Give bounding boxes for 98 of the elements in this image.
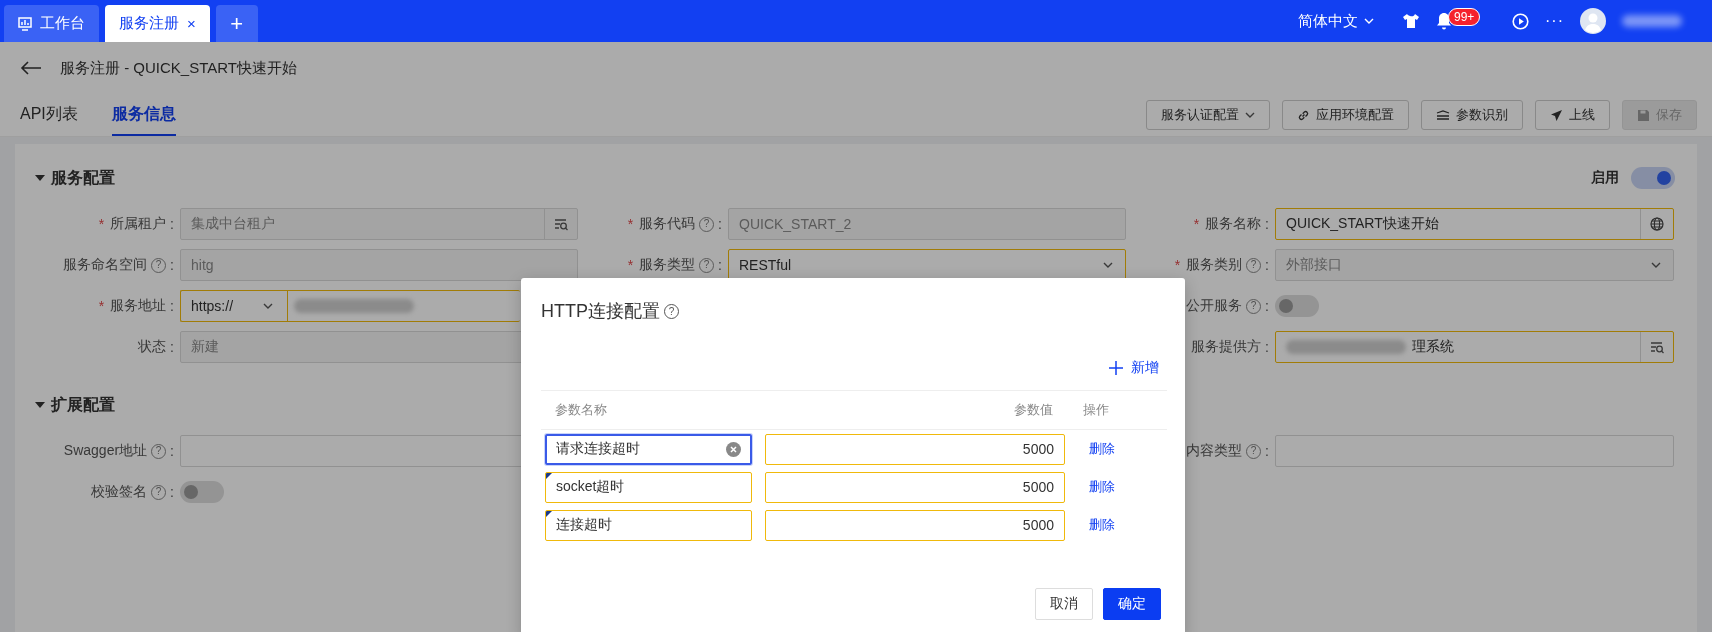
toolbar-button[interactable]: 参数识别 <box>1421 100 1523 130</box>
input-field[interactable]: socket超时 <box>545 471 752 503</box>
field-label: 所属租户 <box>110 215 167 233</box>
required-mark: * <box>627 257 634 273</box>
section-title: 服务配置 <box>51 167 115 188</box>
label-colon: : <box>1265 216 1269 232</box>
field-label: 服务类别 <box>1186 256 1243 274</box>
dialog-title: HTTP连接配置 <box>541 300 660 323</box>
input-field[interactable] <box>1275 435 1674 467</box>
required-mark: * <box>98 298 105 314</box>
close-icon[interactable]: × <box>187 15 196 32</box>
section-title: 扩展配置 <box>51 394 115 415</box>
add-button[interactable]: 新增 <box>1109 352 1167 384</box>
shirt-icon <box>1402 13 1420 29</box>
column-header: 参数名称 <box>554 401 608 419</box>
label-colon: : <box>1265 443 1269 459</box>
label-colon: : <box>1265 257 1269 273</box>
field-label: 状态 <box>138 338 167 356</box>
page-tab[interactable]: API列表 <box>20 94 78 136</box>
required-mark: * <box>1193 216 1200 232</box>
avatar-icon <box>1580 8 1606 34</box>
language-selector[interactable]: 简体中文 <box>1298 11 1374 31</box>
column-header: 操作 <box>1082 401 1110 419</box>
input-field[interactable]: 理系统 <box>1275 331 1674 363</box>
chevron-down-icon <box>1103 262 1113 268</box>
input-field[interactable]: 5000 <box>765 433 1065 465</box>
caret-down-icon <box>35 401 45 409</box>
page-title: 服务注册 - QUICK_START快速开始 <box>60 58 297 78</box>
input-field[interactable]: 5000 <box>765 471 1065 503</box>
chevron-down-icon <box>263 303 274 309</box>
switch-label: 启用 <box>1591 169 1619 187</box>
toggle-switch[interactable] <box>180 481 224 503</box>
label-colon: : <box>1265 298 1269 314</box>
globe-icon <box>1650 217 1664 231</box>
delete-link[interactable]: 删除 <box>1065 477 1121 497</box>
monitor-chart-icon <box>18 16 32 31</box>
field-label: 服务名称 <box>1205 215 1262 233</box>
field-label: 服务类型 <box>639 256 696 274</box>
label-colon: : <box>170 216 174 232</box>
field-label: 内容类型 <box>1186 442 1243 460</box>
required-mark: * <box>627 216 634 232</box>
required-mark: * <box>1174 257 1181 273</box>
label-colon: : <box>718 216 722 232</box>
label-colon: : <box>170 484 174 500</box>
app-tab[interactable]: 工作台 <box>4 5 99 42</box>
back-arrow-icon <box>20 61 42 75</box>
field-label: 服务命名空间 <box>63 256 148 274</box>
confirm-button[interactable]: 确定 <box>1103 588 1161 620</box>
list-search-icon <box>554 217 568 231</box>
corner-flag-icon <box>546 510 552 517</box>
scan-icon <box>1436 110 1450 120</box>
field-label: 服务提供方 <box>1191 338 1262 356</box>
field-label: 服务代码 <box>639 215 696 233</box>
field-label: 公开服务 <box>1186 297 1243 315</box>
chevron-down-icon <box>1364 18 1374 24</box>
play-circle-icon <box>1512 12 1529 30</box>
page-tab[interactable]: 服务信息 <box>111 94 176 136</box>
chevron-down-icon <box>1651 262 1661 268</box>
toolbar-button[interactable]: 上线 <box>1535 100 1610 130</box>
caret-down-icon <box>35 174 45 182</box>
chevron-down-icon <box>1245 112 1255 118</box>
toggle-switch[interactable] <box>1631 167 1675 189</box>
label-colon: : <box>170 298 174 314</box>
cancel-button[interactable]: 取消 <box>1035 588 1093 620</box>
label-colon: : <box>1265 339 1269 355</box>
input-field[interactable]: 连接超时 <box>545 509 752 541</box>
input-field[interactable]: QUICK_START快速开始 <box>1275 208 1674 240</box>
label-colon: : <box>718 257 722 273</box>
toolbar-button[interactable]: 服务认证配置 <box>1146 100 1270 130</box>
clear-icon <box>726 441 741 457</box>
label-colon: : <box>170 443 174 459</box>
field-label: 校验签名 <box>91 483 148 501</box>
add-tab-button[interactable]: + <box>215 5 258 42</box>
app-tab[interactable]: 服务注册 × <box>105 5 210 42</box>
label-colon: : <box>170 339 174 355</box>
input-field[interactable]: 5000 <box>765 509 1065 541</box>
plus-icon <box>1109 361 1123 375</box>
field-label: Swagger地址 <box>63 442 148 460</box>
label-colon: : <box>170 257 174 273</box>
blurred-username <box>1622 15 1682 27</box>
input-field[interactable]: 请求连接超时 <box>545 433 752 465</box>
delete-link[interactable]: 删除 <box>1065 439 1121 459</box>
send-icon <box>1550 108 1563 122</box>
select-field[interactable]: https:// <box>180 290 520 322</box>
toggle-switch[interactable] <box>1275 295 1319 317</box>
more-icon[interactable]: ··· <box>1545 12 1564 30</box>
select-field[interactable]: RESTful <box>728 249 1126 281</box>
bell-icon <box>1436 12 1452 30</box>
corner-flag-icon <box>546 472 552 479</box>
column-header: 参数值 <box>1013 401 1054 419</box>
link-icon <box>1297 108 1310 122</box>
delete-link[interactable]: 删除 <box>1065 515 1121 535</box>
list-search-icon <box>1650 340 1664 354</box>
toolbar-button[interactable]: 应用环境配置 <box>1282 100 1409 130</box>
save-icon <box>1637 108 1650 122</box>
field-label: 服务地址 <box>110 297 167 315</box>
notification-badge: 99+ <box>1448 8 1481 26</box>
required-mark: * <box>98 216 105 232</box>
